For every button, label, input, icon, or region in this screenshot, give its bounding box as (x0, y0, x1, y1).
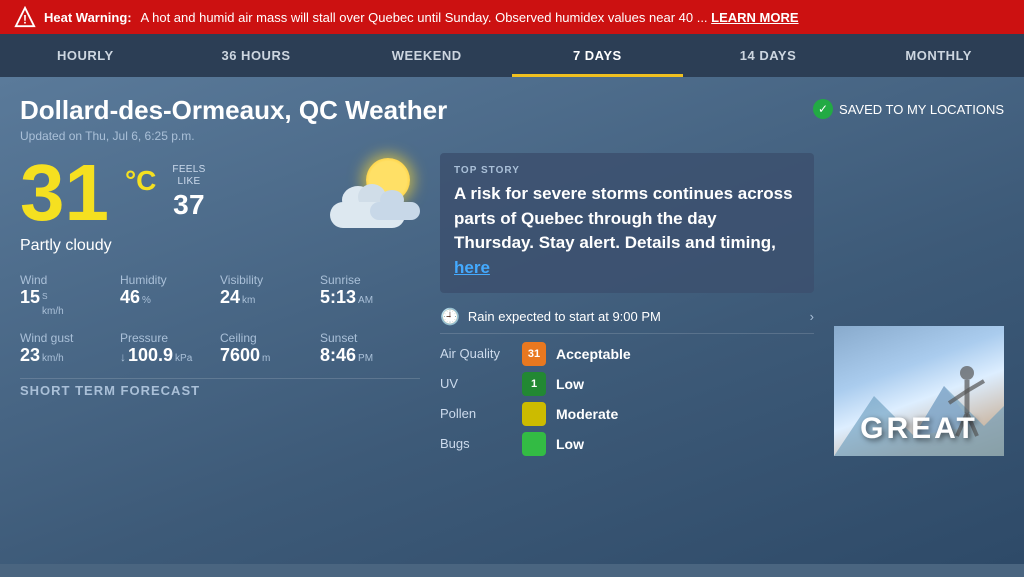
humidity-label: Humidity (120, 273, 220, 287)
weather-main-row: 31 °C FEELS LIKE 37 (20, 153, 1004, 456)
visibility-label: Visibility (220, 273, 320, 287)
pressure-stat: Pressure ↓ 100.9 kPa (120, 327, 220, 370)
wind-label: Wind (20, 273, 120, 287)
feels-like-label: FEELS (172, 164, 205, 176)
humidity-value: 46 % (120, 287, 220, 308)
heat-warning-banner: ! Heat Warning: A hot and humid air mass… (0, 0, 1024, 34)
warning-label: Heat Warning: (44, 10, 132, 25)
uv-status: Low (556, 376, 584, 392)
condition-label: Partly cloudy (20, 237, 420, 255)
navigation-tabs: HOURLY 36 HOURS WEEKEND 7 DAYS 14 DAYS M… (0, 34, 1024, 77)
humidity-stat: Humidity 46 % (120, 269, 220, 321)
temperature-unit: °C (125, 165, 156, 197)
sunset-stat: Sunset 8:46 PM (320, 327, 420, 370)
top-story-label: TOP STORY (454, 165, 800, 176)
short-term-forecast-label: SHORT TERM FORECAST (20, 378, 420, 398)
wind-gust-stat: Wind gust 23 km/h (20, 327, 120, 370)
air-quality-badge: 31 (522, 342, 546, 366)
visibility-value: 24 km (220, 287, 320, 308)
location-info: Dollard-des-Ormeaux, QC Weather Updated … (20, 95, 447, 143)
current-temperature: 31 (20, 153, 109, 233)
main-content: Dollard-des-Ormeaux, QC Weather Updated … (0, 77, 1024, 564)
tab-monthly[interactable]: MONTHLY (853, 34, 1024, 77)
partly-cloudy-icon (330, 158, 420, 228)
visibility-stat: Visibility 24 km (220, 269, 320, 321)
temperature-section: 31 °C FEELS LIKE 37 (20, 153, 420, 233)
pressure-unit: kPa (175, 353, 192, 364)
saved-label: SAVED TO MY LOCATIONS (839, 102, 1004, 117)
ceiling-stat: Ceiling 7600 m (220, 327, 320, 370)
pollen-label: Pollen (440, 406, 512, 421)
top-story-box: TOP STORY A risk for severe storms conti… (440, 153, 814, 293)
air-quality-label: Air Quality (440, 346, 512, 361)
wind-value: 15 Skm/h (20, 287, 120, 317)
warning-text: A hot and humid air mass will stall over… (141, 10, 708, 25)
tab-weekend[interactable]: WEEKEND (341, 34, 512, 77)
pressure-label: Pressure (120, 331, 220, 345)
pollen-row: Pollen Moderate (440, 402, 814, 426)
bugs-badge (522, 432, 546, 456)
bugs-label: Bugs (440, 436, 512, 451)
rain-alert-text: Rain expected to start at 9:00 PM (468, 309, 661, 324)
learn-more-link[interactable]: LEARN MORE (711, 10, 798, 25)
stats-grid: Wind 15 Skm/h Humidity 46 % Visibi (20, 269, 420, 370)
ceiling-label: Ceiling (220, 331, 320, 345)
pollen-badge (522, 402, 546, 426)
rain-clock-icon: 🕘 (440, 307, 460, 327)
video-thumb-text: GREAT (860, 412, 978, 456)
left-panel: 31 °C FEELS LIKE 37 (20, 153, 420, 456)
saved-check-icon: ✓ (813, 99, 833, 119)
sunset-label: Sunset (320, 331, 420, 345)
saved-to-locations-button[interactable]: ✓ SAVED TO MY LOCATIONS (813, 95, 1004, 119)
sunset-value: 8:46 PM (320, 345, 420, 366)
humidity-unit: % (142, 295, 151, 306)
pollen-status: Moderate (556, 406, 618, 422)
wind-stat: Wind 15 Skm/h (20, 269, 120, 321)
cloud2-icon (370, 200, 420, 220)
feels-like-sublabel: LIKE (178, 176, 201, 188)
sunrise-unit: AM (358, 295, 373, 306)
rain-alert[interactable]: 🕘 Rain expected to start at 9:00 PM › (440, 301, 814, 334)
location-header: Dollard-des-Ormeaux, QC Weather Updated … (20, 95, 1004, 143)
video-thumb-image: GREAT (834, 326, 1004, 456)
svg-text:!: ! (23, 12, 27, 26)
location-title: Dollard-des-Ormeaux, QC Weather (20, 95, 447, 126)
condition-rows: Air Quality 31 Acceptable UV 1 Low Polle… (440, 342, 814, 456)
tab-36hours[interactable]: 36 HOURS (171, 34, 342, 77)
top-story-link[interactable]: here (454, 258, 490, 277)
feels-like-value: 37 (173, 188, 205, 222)
sunset-unit: PM (358, 353, 373, 364)
pressure-arrow: ↓ (120, 350, 126, 364)
tab-14days[interactable]: 14 DAYS (683, 34, 854, 77)
pressure-value: ↓ 100.9 kPa (120, 345, 220, 366)
tab-7days[interactable]: 7 DAYS (512, 34, 683, 77)
sunrise-value: 5:13 AM (320, 287, 420, 308)
bugs-status: Low (556, 436, 584, 452)
air-quality-status: Acceptable (556, 346, 631, 362)
bugs-row: Bugs Low (440, 432, 814, 456)
feels-like-section: FEELS LIKE 37 (172, 164, 205, 222)
tab-hourly[interactable]: HOURLY (0, 34, 171, 77)
weather-icon (330, 158, 420, 228)
wind-gust-unit: km/h (42, 353, 64, 364)
chevron-right-icon: › (810, 309, 814, 324)
uv-badge: 1 (522, 372, 546, 396)
right-panel: TOP STORY A risk for severe storms conti… (440, 153, 814, 456)
wind-unit: Skm/h (42, 291, 64, 317)
air-quality-row: Air Quality 31 Acceptable (440, 342, 814, 366)
sunrise-label: Sunrise (320, 273, 420, 287)
wind-gust-value: 23 km/h (20, 345, 120, 366)
wind-gust-label: Wind gust (20, 331, 120, 345)
location-updated: Updated on Thu, Jul 6, 6:25 p.m. (20, 129, 447, 143)
ceiling-value: 7600 m (220, 345, 320, 366)
top-story-text: A risk for severe storms continues acros… (454, 182, 800, 281)
uv-label: UV (440, 376, 512, 391)
ceiling-unit: m (262, 353, 270, 364)
video-thumbnail[interactable]: GREAT (834, 326, 1004, 456)
visibility-unit: km (242, 295, 255, 306)
sunrise-stat: Sunrise 5:13 AM (320, 269, 420, 321)
uv-row: UV 1 Low (440, 372, 814, 396)
warning-triangle-icon: ! (14, 6, 36, 28)
